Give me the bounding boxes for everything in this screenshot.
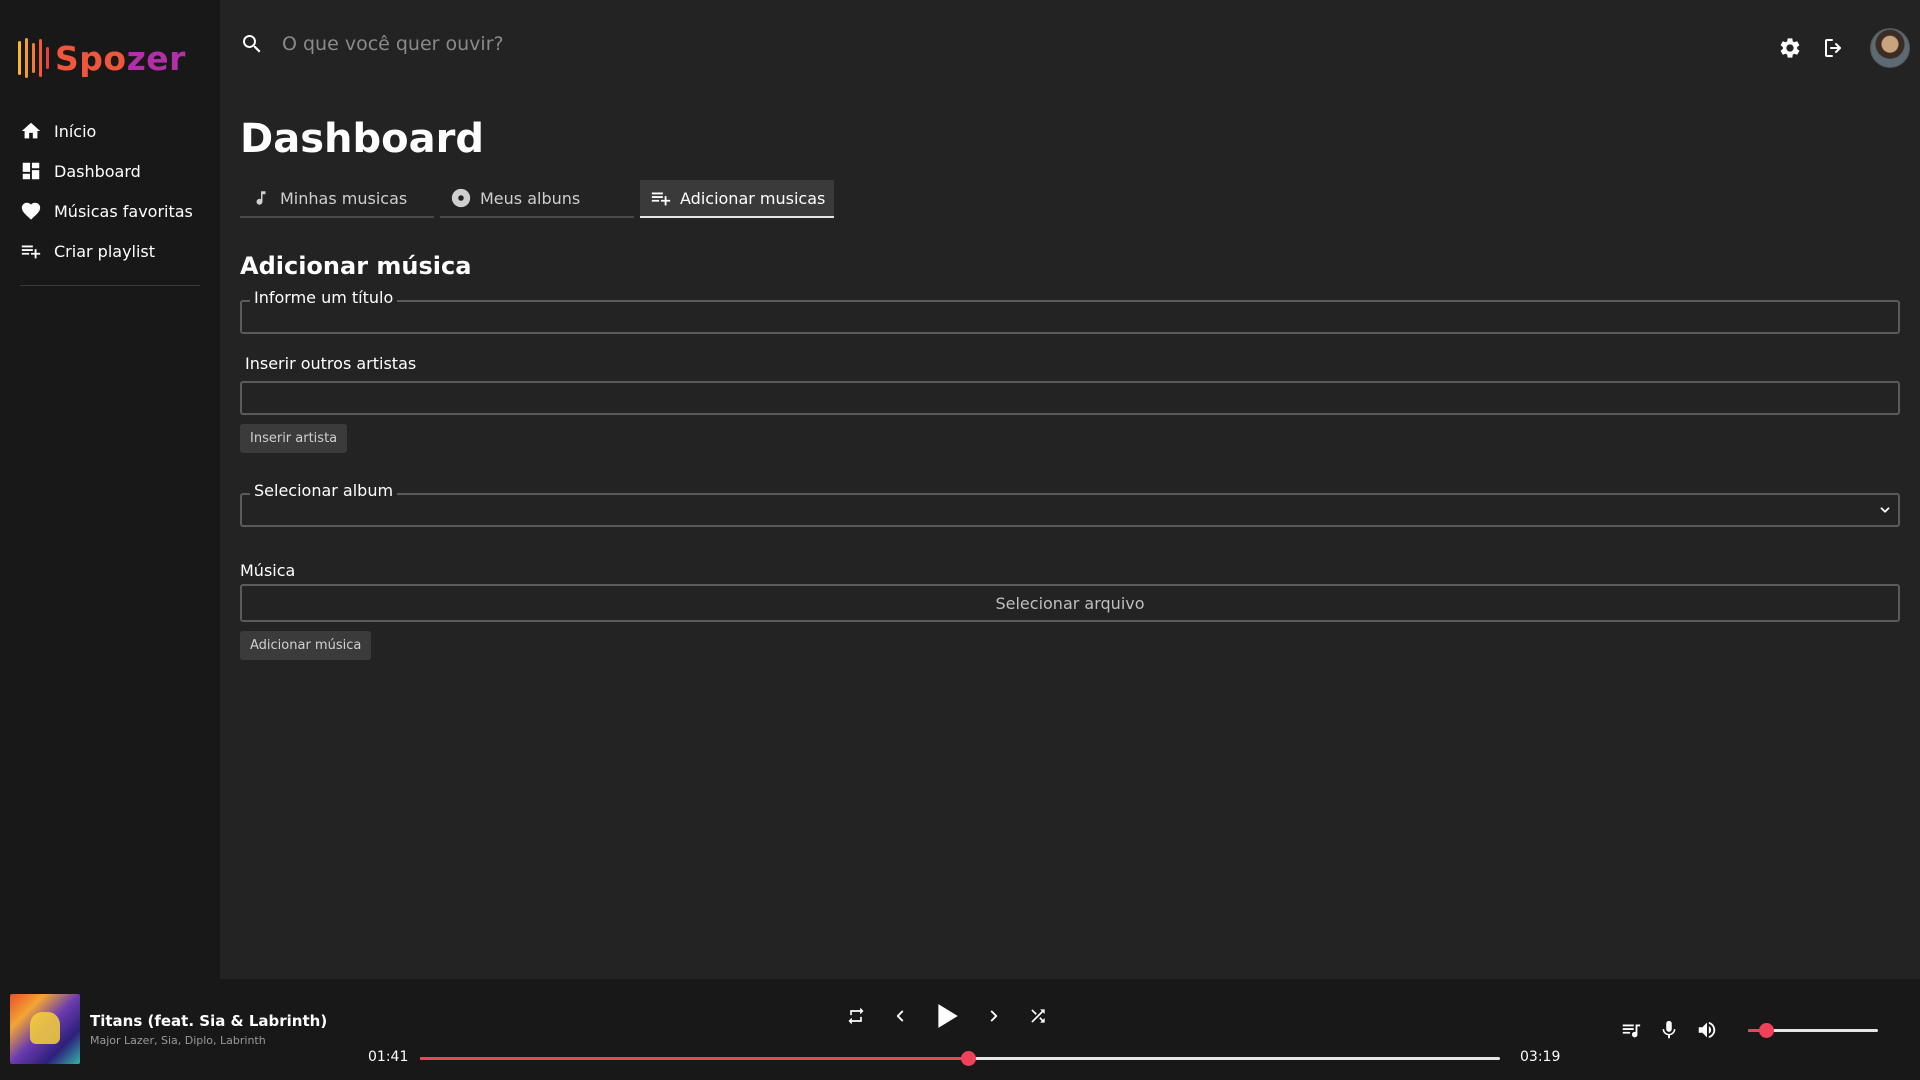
album-select[interactable]: Selecionar album bbox=[240, 481, 1900, 527]
title-field-label: Informe um título bbox=[250, 288, 398, 307]
insert-artist-button[interactable]: Inserir artista bbox=[240, 424, 348, 453]
dashboard-tabs: Minhas musicas Meus albuns Adicionar mus… bbox=[240, 180, 1900, 218]
previous-icon[interactable] bbox=[889, 1005, 911, 1027]
volume-handle[interactable] bbox=[1759, 1023, 1775, 1038]
player-bar: Titans (feat. Sia & Labrinth) Major Laze… bbox=[0, 979, 1920, 1080]
sidebar-divider bbox=[20, 285, 200, 286]
sidebar-item-dashboard[interactable]: Dashboard bbox=[20, 151, 200, 191]
track-artists[interactable]: Major Lazer, Sia, Diplo, Labrinth bbox=[90, 1034, 266, 1047]
time-current: 01:41 bbox=[368, 1049, 409, 1065]
sidebar-item-criar-playlist[interactable]: Criar playlist bbox=[20, 231, 200, 271]
select-file-button[interactable]: Selecionar arquivo bbox=[240, 584, 1900, 622]
artists-input[interactable] bbox=[240, 381, 1900, 415]
artists-label: Inserir outros artistas bbox=[245, 354, 417, 373]
queue-icon[interactable] bbox=[1620, 1019, 1642, 1041]
tab-adicionar-musicas[interactable]: Adicionar musicas bbox=[640, 180, 834, 218]
app-logo[interactable]: Spozer bbox=[18, 38, 186, 78]
tab-meus-albuns[interactable]: Meus albuns bbox=[440, 180, 634, 218]
music-note-icon bbox=[250, 187, 272, 209]
sidebar: Spozer Início Dashboard Músicas favorita… bbox=[0, 0, 220, 979]
tab-minhas-musicas[interactable]: Minhas musicas bbox=[240, 180, 434, 218]
play-icon[interactable] bbox=[933, 1002, 961, 1030]
progress-fill bbox=[420, 1057, 968, 1060]
album-select-label: Selecionar album bbox=[250, 481, 398, 500]
repeat-icon[interactable] bbox=[845, 1005, 867, 1027]
extra-controls bbox=[1620, 1019, 1718, 1041]
topbar bbox=[220, 0, 1920, 90]
sidebar-item-label: Início bbox=[54, 121, 97, 141]
shuffle-icon[interactable] bbox=[1027, 1005, 1049, 1027]
time-total: 03:19 bbox=[1520, 1049, 1561, 1065]
search-input[interactable] bbox=[282, 26, 882, 62]
sidebar-item-label: Músicas favoritas bbox=[54, 201, 193, 221]
album-icon bbox=[450, 187, 472, 209]
settings-icon[interactable] bbox=[1776, 34, 1804, 62]
tab-label: Meus albuns bbox=[480, 188, 581, 208]
track-title[interactable]: Titans (feat. Sia & Labrinth) bbox=[90, 1012, 327, 1030]
tab-label: Adicionar musicas bbox=[680, 188, 826, 208]
playlist-add-icon bbox=[20, 240, 42, 262]
chevron-down-icon bbox=[1878, 502, 1892, 516]
progress-handle[interactable] bbox=[960, 1051, 976, 1066]
main-content: Dashboard Minhas musicas Meus albuns Adi… bbox=[240, 90, 1900, 660]
file-label: Música bbox=[240, 561, 296, 580]
playlist-add-icon bbox=[650, 187, 672, 209]
sidebar-item-favoritas[interactable]: Músicas favoritas bbox=[20, 191, 200, 231]
app-name: Spozer bbox=[55, 38, 186, 78]
volume-slider[interactable] bbox=[1748, 1021, 1878, 1039]
album-cover[interactable] bbox=[10, 994, 80, 1064]
logout-icon[interactable] bbox=[1820, 34, 1848, 62]
progress-slider[interactable] bbox=[420, 1049, 1500, 1067]
playback-controls bbox=[845, 1002, 1049, 1030]
sidebar-nav: Início Dashboard Músicas favoritas Criar… bbox=[20, 111, 200, 271]
heart-icon bbox=[20, 200, 42, 222]
next-icon[interactable] bbox=[983, 1005, 1005, 1027]
lyrics-mic-icon[interactable] bbox=[1658, 1019, 1680, 1041]
sidebar-item-label: Criar playlist bbox=[54, 241, 156, 261]
avatar[interactable] bbox=[1870, 28, 1910, 68]
sidebar-item-label: Dashboard bbox=[54, 161, 141, 181]
page-title: Dashboard bbox=[240, 116, 484, 162]
topbar-actions bbox=[1776, 28, 1910, 68]
sound-bars-icon bbox=[18, 38, 49, 78]
home-icon bbox=[20, 120, 42, 142]
dashboard-icon bbox=[20, 160, 42, 182]
title-field[interactable]: Informe um título bbox=[240, 288, 1900, 334]
volume-icon[interactable] bbox=[1696, 1019, 1718, 1041]
form-title: Adicionar música bbox=[240, 252, 472, 280]
add-music-button[interactable]: Adicionar música bbox=[240, 631, 372, 660]
tab-label: Minhas musicas bbox=[280, 188, 408, 208]
search-icon bbox=[240, 32, 264, 56]
sidebar-item-inicio[interactable]: Início bbox=[20, 111, 200, 151]
